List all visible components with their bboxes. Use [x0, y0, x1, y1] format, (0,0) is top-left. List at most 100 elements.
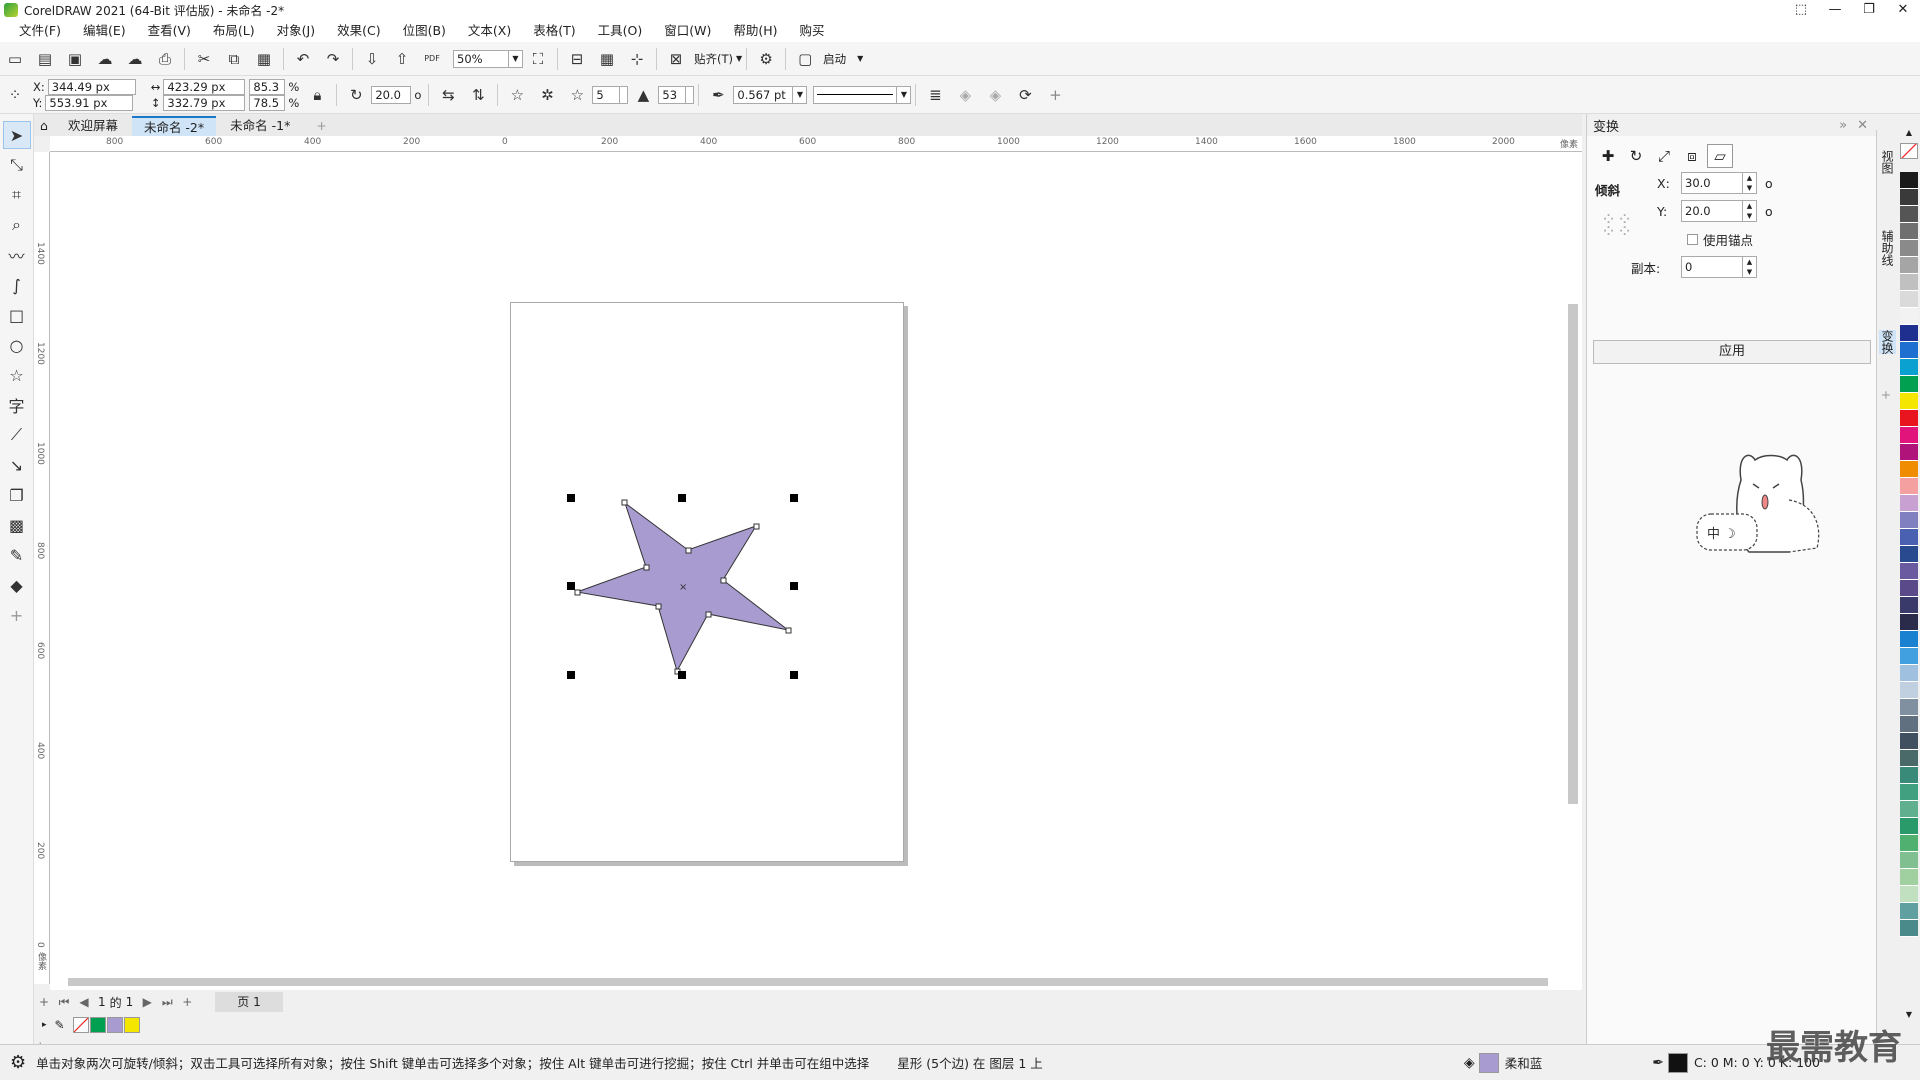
drop-shadow-icon[interactable]: ❐ [3, 481, 31, 509]
rotation-angle-field[interactable]: 20.0 [371, 85, 412, 104]
palette-swatch[interactable] [1900, 648, 1918, 665]
menu-window[interactable]: 窗口(W) [653, 20, 722, 42]
open-folder-icon[interactable]: ▤ [32, 46, 58, 72]
points-stepper[interactable] [620, 85, 629, 104]
palette-swatch[interactable] [1900, 291, 1918, 308]
convert-to-curves-icon[interactable]: ⟳ [1012, 82, 1038, 108]
import-icon[interactable]: ⇩ [359, 46, 385, 72]
add-tool-icon[interactable]: + [3, 601, 31, 629]
cloud-download-icon[interactable]: ☁ [92, 46, 118, 72]
scale-width-field[interactable]: 85.3 [249, 78, 286, 95]
minimize-button[interactable]: — [1818, 0, 1852, 20]
no-color-swatch[interactable] [1900, 143, 1918, 159]
swatch-yellow[interactable] [123, 1017, 140, 1033]
palette-swatch[interactable] [1900, 920, 1918, 937]
skew-x-field[interactable]: 30.0 [1681, 172, 1743, 194]
show-rulers-icon[interactable]: ⊟ [564, 46, 590, 72]
palette-swatch[interactable] [1900, 733, 1918, 750]
palette-swatch[interactable] [1900, 665, 1918, 682]
horizontal-ruler[interactable]: 800 600 400 200 0 200 400 600 800 1000 1200 1400 160… [50, 136, 1582, 152]
palette-swatch[interactable] [1900, 801, 1918, 818]
options-gear-icon[interactable]: ⚙ [753, 46, 779, 72]
skew-x-stepper[interactable]: ▲ ▼ [1743, 172, 1757, 194]
add-page-after-button[interactable]: + [177, 995, 197, 1009]
palette-swatch[interactable] [1900, 495, 1918, 512]
menu-buy[interactable]: 购买 [789, 20, 836, 42]
lock-ratio-icon[interactable]: 🔒︎ [304, 82, 330, 108]
menu-table[interactable]: 表格(T) [522, 20, 586, 42]
eyedropper-icon[interactable]: ✎ [3, 541, 31, 569]
palette-swatch[interactable] [1900, 784, 1918, 801]
scale-height-field[interactable]: 78.5 [249, 94, 286, 111]
skew-y-stepper[interactable]: ▲ ▼ [1743, 200, 1757, 222]
close-docker-icon[interactable]: ✕ [1857, 118, 1868, 133]
star-points-field[interactable]: 5 [592, 85, 621, 104]
export-icon[interactable]: ⇧ [389, 46, 415, 72]
palette-swatch[interactable] [1900, 240, 1918, 257]
menu-tools[interactable]: 工具(O) [587, 20, 654, 42]
transparency-tool-icon[interactable]: ▩ [3, 511, 31, 539]
palette-swatch[interactable] [1900, 546, 1918, 563]
add-docker-icon[interactable]: + [1879, 390, 1893, 400]
palette-swatch[interactable] [1900, 835, 1918, 852]
horizontal-scroll-thumb[interactable] [68, 978, 1548, 986]
line-style-preview[interactable] [813, 85, 898, 104]
palette-swatch[interactable] [1900, 325, 1918, 342]
to-front-icon[interactable]: ◈ [952, 82, 978, 108]
print-icon[interactable]: ⎙ [152, 46, 178, 72]
complex-star-icon[interactable]: ✲ [534, 82, 560, 108]
add-page-button[interactable]: + [34, 995, 54, 1009]
outline-width-dropdown[interactable]: 0.567 pt ▼ [733, 85, 808, 104]
paste-icon[interactable]: ▦ [251, 46, 277, 72]
palette-swatch[interactable] [1900, 716, 1918, 733]
menu-view[interactable]: 查看(V) [137, 20, 202, 42]
palette-swatch[interactable] [1900, 818, 1918, 835]
crop-tool-icon[interactable]: ⌗ [3, 181, 31, 209]
page-tab-1[interactable]: 页 1 [215, 992, 283, 1012]
undo-icon[interactable]: ↶ [290, 46, 316, 72]
pick-tool-icon[interactable]: ➤ [2, 121, 31, 149]
home-icon[interactable]: ⌂ [34, 116, 54, 136]
next-page-icon[interactable]: ▶ [137, 995, 157, 1009]
palette-swatch[interactable] [1900, 308, 1918, 325]
star-shape-icon[interactable]: ☆ [504, 82, 530, 108]
to-back-icon[interactable]: ◈ [982, 82, 1008, 108]
palette-swatch[interactable] [1900, 359, 1918, 376]
palette-swatch[interactable] [1900, 427, 1918, 444]
tab-welcome-screen[interactable]: 欢迎屏幕 [56, 116, 130, 136]
copy-icon[interactable]: ⧉ [221, 46, 247, 72]
anchor-grid-icon[interactable]: ⁘⁘ ⁘⁘ [1601, 211, 1633, 241]
chevron-down-icon[interactable]: ▼ [857, 54, 863, 63]
use-anchor-checkbox[interactable] [1687, 234, 1698, 245]
palette-swatch[interactable] [1900, 886, 1918, 903]
swatch-soft-blue[interactable] [106, 1017, 123, 1033]
application-launcher-icon[interactable]: ▢ [792, 46, 818, 72]
swatch-white[interactable] [72, 1017, 89, 1033]
palette-swatch[interactable] [1900, 274, 1918, 291]
last-page-icon[interactable]: ⏭ [157, 995, 177, 1010]
y-position-field[interactable]: 553.91 px [45, 94, 134, 111]
menu-object[interactable]: 对象(J) [266, 20, 326, 42]
palette-swatch[interactable] [1900, 580, 1918, 597]
menu-edit[interactable]: 编辑(E) [72, 20, 137, 42]
rectangle-tool-icon[interactable]: □ [3, 301, 31, 329]
pin-window-icon[interactable]: ⬚ [1784, 0, 1818, 20]
add-icon[interactable]: + [1042, 82, 1068, 108]
width-field[interactable]: 423.29 px [163, 78, 246, 95]
object-origin-icon[interactable]: ⁘ [2, 82, 28, 108]
menu-file[interactable]: 文件(F) [8, 20, 72, 42]
palette-swatch[interactable] [1900, 376, 1918, 393]
rotate-icon[interactable]: ↻ [1623, 144, 1649, 168]
first-page-icon[interactable]: ⏮ [54, 995, 74, 1010]
palette-swatch[interactable] [1900, 172, 1918, 189]
vertical-ruler[interactable]: 1400120010008006004002000-200像素 [34, 152, 50, 1062]
menu-layout[interactable]: 布局(L) [202, 20, 266, 42]
vertical-scroll-thumb[interactable] [1568, 304, 1578, 804]
copies-stepper[interactable]: ▲ ▼ [1743, 256, 1757, 278]
mirror-horizontal-icon[interactable]: ⇆ [435, 82, 461, 108]
palette-swatch[interactable] [1900, 614, 1918, 631]
menu-bitmaps[interactable]: 位图(B) [392, 20, 457, 42]
save-icon[interactable]: ▣ [62, 46, 88, 72]
cloud-upload-icon[interactable]: ☁ [122, 46, 148, 72]
palette-swatch[interactable] [1900, 223, 1918, 240]
